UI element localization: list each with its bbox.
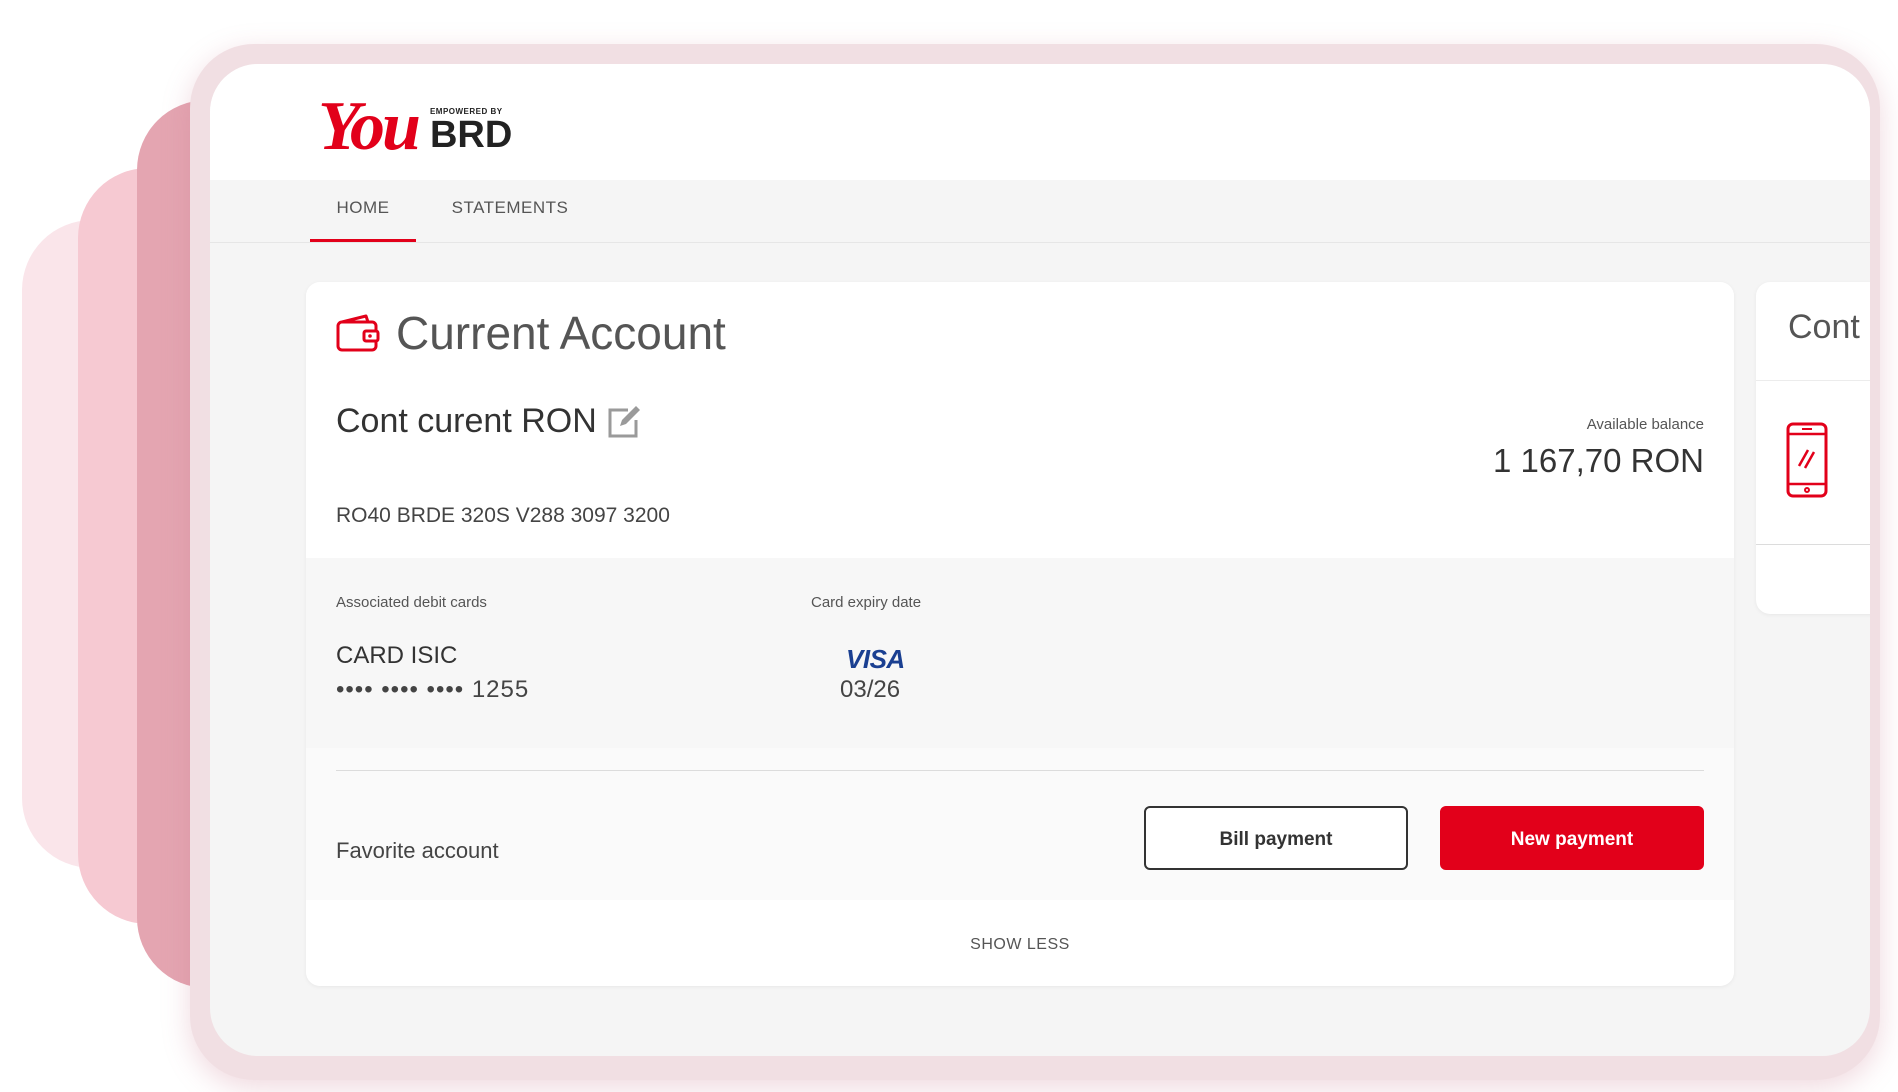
balance-label: Available balance [1586, 416, 1704, 433]
wallet-icon [336, 314, 380, 352]
main-nav: HOME STATEMENTS [210, 180, 1870, 243]
logo-brd-group: EMPOWERED BY BRD [430, 107, 512, 154]
show-less-button[interactable]: SHOW LESS [306, 936, 1734, 954]
edit-icon[interactable] [606, 404, 642, 440]
app-screen: You EMPOWERED BY BRD HOME STATEMENTS Cur… [210, 64, 1870, 1056]
expiry-label: Card expiry date [811, 594, 922, 611]
bill-payment-button[interactable]: Bill payment [1144, 806, 1408, 870]
tab-statements[interactable]: STATEMENTS [440, 180, 580, 242]
tab-home[interactable]: HOME [310, 180, 416, 242]
account-details: Cont curent RON RO40 BRDE 320S V288 3097… [306, 382, 1734, 558]
debit-card-number: •••• •••• •••• 1255 [336, 676, 530, 703]
divider [1756, 380, 1870, 381]
divider [1756, 544, 1870, 545]
current-account-card: Current Account Cont curent RON RO40 BRD… [306, 282, 1734, 986]
top-bar: You EMPOWERED BY BRD [210, 64, 1870, 180]
account-name: Cont curent RON [336, 402, 597, 440]
visa-logo: VISA [846, 644, 905, 674]
device-frame: You EMPOWERED BY BRD HOME STATEMENTS Cur… [190, 44, 1880, 1080]
new-payment-button[interactable]: New payment [1440, 806, 1704, 870]
logo-brd-text: BRD [429, 114, 513, 156]
debit-cards-label: Associated debit cards [336, 594, 487, 611]
divider [336, 770, 1704, 771]
secondary-account-card[interactable]: Cont [1756, 282, 1870, 614]
debit-cards-section: Associated debit cards Card expiry date … [306, 558, 1734, 748]
card-footer: SHOW LESS [306, 900, 1734, 986]
phone-icon [1786, 422, 1828, 498]
account-iban: RO40 BRDE 320S V288 3097 3200 [336, 504, 670, 527]
secondary-card-title: Cont [1788, 308, 1860, 346]
brand-logo[interactable]: You EMPOWERED BY BRD [318, 92, 512, 162]
card-header: Current Account [306, 282, 1734, 383]
logo-you-text: You [318, 88, 421, 165]
card-title: Current Account [396, 307, 726, 359]
card-expiry-date: 03/26 [840, 676, 901, 703]
favorite-account-label[interactable]: Favorite account [336, 838, 499, 864]
debit-card-name[interactable]: CARD ISIC [336, 642, 457, 670]
balance-value: 1 167,70 RON [1493, 442, 1704, 479]
